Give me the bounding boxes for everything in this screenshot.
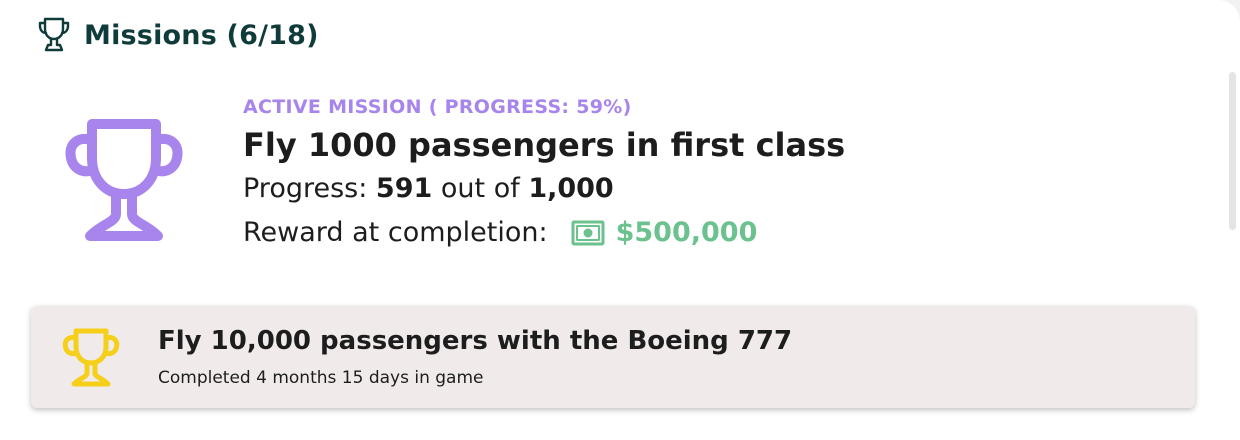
- scrollbar[interactable]: [1229, 72, 1236, 230]
- reward-label: Reward at completion:: [243, 217, 548, 248]
- money-bill-icon: [570, 219, 606, 247]
- active-mission-label: ACTIVE MISSION ( PROGRESS: 59%): [243, 96, 632, 118]
- active-mission-title: Fly 1000 passengers in first class: [243, 126, 846, 164]
- progress-middle: out of: [440, 173, 520, 204]
- progress-target: 1,000: [528, 173, 614, 204]
- progress-line: Progress: 591 out of 1,000: [243, 171, 845, 207]
- completed-mission-subtitle: Completed 4 months 15 days in game: [158, 368, 484, 388]
- panel-header: Missions (6/18): [36, 16, 319, 54]
- reward-value: $500,000: [615, 217, 758, 248]
- completed-mission-title: Fly 10,000 passengers with the Boeing 77…: [158, 326, 793, 356]
- completed-mission-card[interactable]: Fly 10,000 passengers with the Boeing 77…: [31, 306, 1195, 408]
- reward-line: Reward at completion: $500,000: [243, 215, 845, 251]
- panel-title: Missions (6/18): [84, 19, 319, 51]
- active-mission-info: ACTIVE MISSION ( PROGRESS: 59%) Fly 1000…: [243, 96, 845, 251]
- trophy-icon: [60, 118, 188, 246]
- trophy-outline-icon: [36, 16, 72, 54]
- progress-current: 591: [375, 173, 433, 204]
- progress-prefix: Progress:: [243, 173, 368, 204]
- trophy-icon: [60, 327, 122, 393]
- missions-panel: Missions (6/18) ACTIVE MISSION ( PROGRES…: [0, 0, 1240, 440]
- active-mission: ACTIVE MISSION ( PROGRESS: 59%) Fly 1000…: [60, 96, 1160, 266]
